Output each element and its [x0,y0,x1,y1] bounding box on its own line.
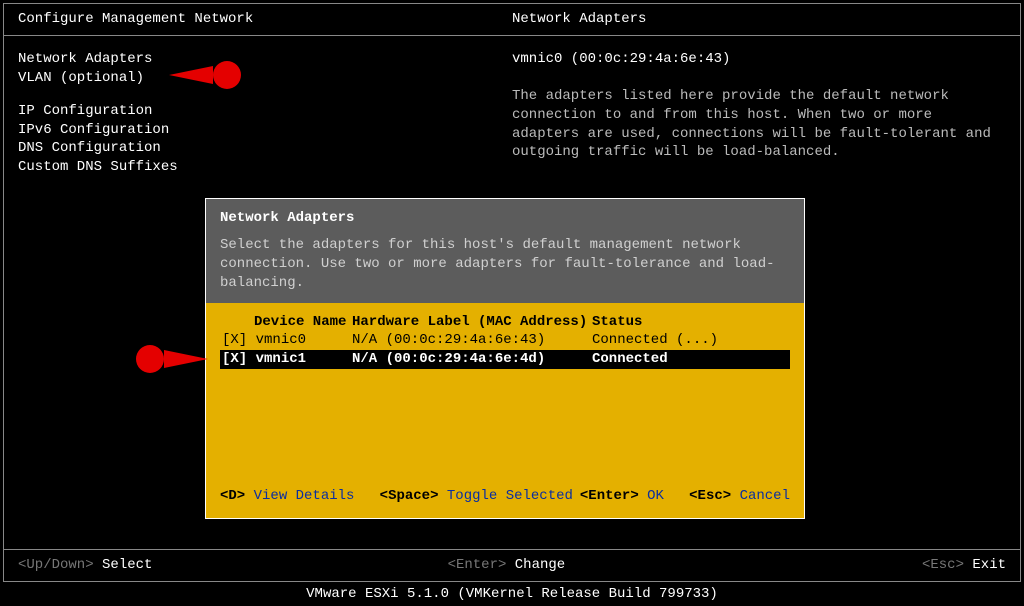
footer-key-enter: <Enter> [448,557,507,573]
key-space: <Space> [380,488,439,504]
dialog-title: Network Adapters [220,209,790,228]
footer-left: <Up/Down> Select [18,556,448,575]
menu-item-ip-config[interactable]: IP Configuration [18,102,512,121]
dialog-desc: Select the adapters for this host's defa… [220,236,790,293]
row0-status: Connected (...) [592,331,790,350]
key-d: <D> [220,488,245,504]
body: Network Adapters VLAN (optional) IP Conf… [4,36,1020,191]
menu-item-custom-dns[interactable]: Custom DNS Suffixes [18,158,512,177]
detail-title: vmnic0 (00:0c:29:4a:6e:43) [512,50,1006,69]
network-adapters-dialog: Network Adapters Select the adapters for… [205,198,805,519]
dialog-footer: <D> View Details <Space> Toggle Selected… [220,487,790,506]
header-bar: Configure Management Network Network Ada… [4,4,1020,36]
footer-action-change: Change [515,557,565,573]
key-enter: <Enter> [580,488,639,504]
dialog-footer-right: <Enter> OK <Esc> Cancel [580,487,790,506]
col-header-hw: Hardware Label (MAC Address) [352,313,592,332]
detail-desc: The adapters listed here provide the def… [512,87,1006,163]
table-row[interactable]: [X] vmnic0 N/A (00:0c:29:4a:6e:43) Conne… [220,331,790,350]
col-header-status: Status [592,313,790,332]
action-view-details[interactable]: View Details [254,488,355,504]
dialog-footer-left: <D> View Details <Space> Toggle Selected [220,487,580,506]
menu-item-ipv6-config[interactable]: IPv6 Configuration [18,121,512,140]
menu-spacer [18,88,512,102]
right-detail: vmnic0 (00:0c:29:4a:6e:43) The adapters … [512,50,1006,177]
row1-device: [X] vmnic1 [220,350,352,369]
row0-hw: N/A (00:0c:29:4a:6e:43) [352,331,592,350]
action-toggle[interactable]: Toggle Selected [447,488,573,504]
footer-center: <Enter> Change [448,556,878,575]
menu-item-network-adapters[interactable]: Network Adapters [18,50,512,69]
col-header-device: Device Name [220,313,352,332]
row1-status: Connected [592,350,790,369]
menu-item-dns-config[interactable]: DNS Configuration [18,139,512,158]
footer-bar: <Up/Down> Select <Enter> Change <Esc> Ex… [4,549,1020,581]
action-ok[interactable]: OK [647,488,664,504]
table-header: Device Name Hardware Label (MAC Address)… [220,313,790,332]
footer-action-exit: Exit [972,557,1006,573]
footer-action-select: Select [102,557,152,573]
footer-key-updown: <Up/Down> [18,557,94,573]
row0-device: [X] vmnic0 [220,331,352,350]
footer-right: <Esc> Exit [877,556,1006,575]
status-bar: VMware ESXi 5.1.0 (VMKernel Release Buil… [0,585,1024,604]
action-cancel[interactable]: Cancel [740,488,790,504]
key-esc: <Esc> [689,488,731,504]
menu-item-vlan[interactable]: VLAN (optional) [18,69,512,88]
dialog-body: Device Name Hardware Label (MAC Address)… [206,303,804,519]
dialog-header: Network Adapters Select the adapters for… [206,199,804,303]
row1-hw: N/A (00:0c:29:4a:6e:4d) [352,350,592,369]
table-row-selected[interactable]: [X] vmnic1 N/A (00:0c:29:4a:6e:4d) Conne… [220,350,790,369]
header-right: Network Adapters [512,10,1006,29]
header-left: Configure Management Network [18,10,512,29]
footer-key-esc: <Esc> [922,557,964,573]
left-menu: Network Adapters VLAN (optional) IP Conf… [18,50,512,177]
